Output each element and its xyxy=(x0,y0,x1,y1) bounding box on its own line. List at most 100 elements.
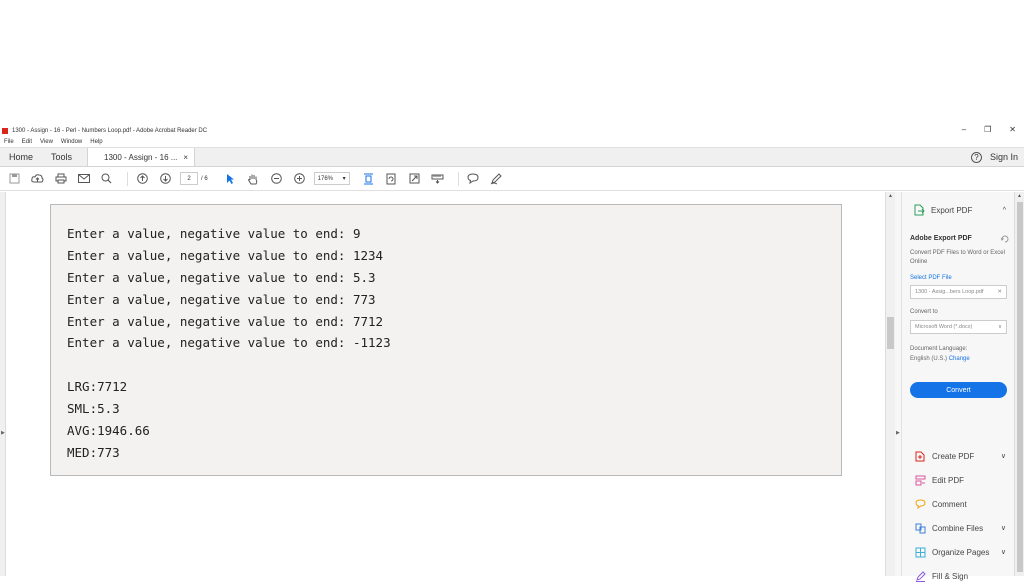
save-icon[interactable] xyxy=(6,170,23,187)
page-number-input[interactable]: 2 xyxy=(180,172,198,185)
tool-create-pdf[interactable]: Create PDF ∨ xyxy=(914,444,1006,468)
tool-organize-pages[interactable]: Organize Pages ∨ xyxy=(914,540,1006,564)
right-pane-scrollbar[interactable]: ▲ xyxy=(1014,192,1024,576)
right-pane-toggle[interactable]: ▶ xyxy=(895,192,902,576)
console-line: AVG:1946.66 xyxy=(67,423,150,439)
fill-sign-icon xyxy=(914,570,926,582)
left-nav-pane-toggle[interactable]: ▶ xyxy=(0,192,6,576)
restore-button[interactable]: ❐ xyxy=(984,125,991,134)
clear-file-icon[interactable]: ✕ xyxy=(997,289,1002,295)
create-pdf-icon xyxy=(914,450,926,462)
measure-tool-icon[interactable] xyxy=(429,170,446,187)
selected-file-name: 1300 - Assig...bers Loop.pdf xyxy=(915,289,984,295)
tool-label: Fill & Sign xyxy=(932,571,969,581)
select-cursor-icon[interactable] xyxy=(222,170,239,187)
tool-combine-files[interactable]: Combine Files ∨ xyxy=(914,516,1006,540)
toolbar-separator xyxy=(127,171,128,186)
console-line: Enter a value, negative value to end: 5.… xyxy=(67,269,376,285)
help-icon[interactable]: ? xyxy=(970,151,982,163)
menu-view[interactable]: View xyxy=(40,139,53,145)
rotate-view-icon[interactable] xyxy=(383,170,400,187)
tool-comment[interactable]: Comment xyxy=(914,492,1006,516)
refresh-icon[interactable] xyxy=(1001,235,1009,243)
menu-edit[interactable]: Edit xyxy=(22,139,32,145)
chevron-down-icon[interactable]: ∨ xyxy=(1001,548,1006,556)
combine-files-icon xyxy=(914,522,926,534)
console-output: Enter a value, negative value to end: 9 … xyxy=(67,223,825,464)
close-tab-icon[interactable]: × xyxy=(183,153,188,162)
edit-pdf-icon xyxy=(914,474,926,486)
console-line: Enter a value, negative value to end: -1… xyxy=(67,335,391,351)
export-pdf-header[interactable]: Export PDF ^ xyxy=(914,204,1006,216)
console-line: LRG:7712 xyxy=(67,379,128,395)
tool-label: Comment xyxy=(932,499,967,509)
zoom-level-select[interactable]: 176% ▾ xyxy=(313,172,350,185)
menu-file[interactable]: File xyxy=(4,139,14,145)
close-window-button[interactable]: ✕ xyxy=(1009,125,1016,134)
comment-tool-icon xyxy=(914,498,926,510)
hand-tool-icon[interactable] xyxy=(245,170,262,187)
console-line: Enter a value, negative value to end: 9 xyxy=(67,226,361,241)
pdf-page: Enter a value, negative value to end: 9 … xyxy=(50,204,842,476)
menu-bar: File Edit View Window Help xyxy=(0,137,1024,147)
menu-help[interactable]: Help xyxy=(90,139,102,145)
comment-icon[interactable] xyxy=(465,170,482,187)
zoom-in-icon[interactable] xyxy=(291,170,308,187)
chevron-down-icon: ∨ xyxy=(997,324,1002,330)
desktop-blank-area xyxy=(0,0,1024,125)
chevron-down-icon[interactable]: ∨ xyxy=(1001,452,1006,460)
minimize-button[interactable]: – xyxy=(962,125,966,134)
print-icon[interactable] xyxy=(52,170,69,187)
zoom-out-icon[interactable] xyxy=(268,170,285,187)
tab-tools[interactable]: Tools xyxy=(42,148,81,166)
organize-pages-icon xyxy=(914,546,926,558)
convert-to-value: Microsoft Word (*.docx) xyxy=(915,324,973,330)
page-total: / 6 xyxy=(201,175,208,182)
tool-edit-pdf[interactable]: Edit PDF xyxy=(914,468,1006,492)
export-pdf-title: Export PDF xyxy=(931,205,973,215)
full-screen-icon[interactable] xyxy=(406,170,423,187)
toolbar-separator xyxy=(457,171,459,186)
tab-document[interactable]: 1300 - Assign - 16 ... × xyxy=(87,148,196,166)
email-icon[interactable] xyxy=(75,170,92,187)
previous-page-icon[interactable] xyxy=(134,170,151,187)
toolbar: 2 / 6 176% ▾ xyxy=(0,167,1024,191)
tool-fill-sign[interactable]: Fill & Sign xyxy=(914,564,1006,588)
export-pdf-panel: Adobe Export PDF Convert PDF Files to Wo… xyxy=(910,235,1009,398)
console-line: MED:773 xyxy=(67,444,120,460)
scroll-up-icon[interactable]: ▲ xyxy=(888,193,893,199)
selected-file-field[interactable]: 1300 - Assig...bers Loop.pdf ✕ xyxy=(910,285,1007,299)
tab-home[interactable]: Home xyxy=(0,148,42,166)
document-language-value: English (U.S.) xyxy=(910,356,948,362)
tab-bar: Home Tools 1300 - Assign - 16 ... × ? Si… xyxy=(0,147,1024,167)
menu-window[interactable]: Window xyxy=(61,139,82,145)
export-pdf-icon xyxy=(914,204,925,216)
cloud-upload-icon[interactable] xyxy=(29,170,46,187)
document-scrollbar-thumb[interactable] xyxy=(887,317,894,349)
export-panel-title: Adobe Export PDF xyxy=(910,235,972,242)
search-icon[interactable] xyxy=(98,170,115,187)
convert-to-label: Convert to xyxy=(910,309,938,315)
convert-to-select[interactable]: Microsoft Word (*.docx) ∨ xyxy=(910,320,1007,334)
sign-in-link[interactable]: Sign In xyxy=(990,152,1018,162)
convert-button[interactable]: Convert xyxy=(910,382,1007,398)
right-pane-scrollbar-thumb[interactable] xyxy=(1017,202,1023,572)
draw-pen-icon[interactable] xyxy=(488,170,505,187)
chevron-right-icon[interactable]: ▶ xyxy=(896,430,900,436)
scroll-up-icon[interactable]: ▲ xyxy=(1017,193,1022,199)
document-scrollbar[interactable]: ▲ xyxy=(885,192,895,576)
chevron-down-icon[interactable]: ∨ xyxy=(1001,524,1006,532)
console-line: SML:5.3 xyxy=(67,401,120,417)
chevron-down-icon: ▾ xyxy=(342,176,346,182)
chevron-right-icon[interactable]: ▶ xyxy=(1,430,5,436)
export-panel-title-row: Adobe Export PDF xyxy=(910,235,1009,243)
window-controls: – ❐ ✕ xyxy=(962,125,1016,134)
acrobat-app-icon xyxy=(2,128,8,134)
chevron-up-icon[interactable]: ^ xyxy=(1003,207,1006,214)
change-language-link[interactable]: Change xyxy=(949,356,970,362)
fit-page-icon[interactable] xyxy=(360,170,377,187)
select-pdf-file-link[interactable]: Select PDF File xyxy=(910,275,1009,281)
next-page-icon[interactable] xyxy=(157,170,174,187)
document-language-label: Document Language: xyxy=(910,346,968,352)
